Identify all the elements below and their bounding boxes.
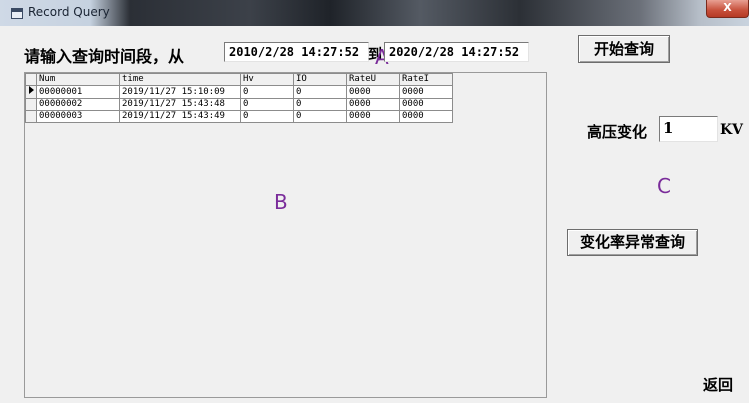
records-grid[interactable]: Num time Hv IO RateU RateI 00000001 2019… <box>25 73 453 123</box>
kv-unit-label: KV <box>720 122 744 138</box>
back-link[interactable]: 返回 <box>703 374 733 395</box>
row-arrow-icon <box>28 86 34 94</box>
title-bar[interactable]: Record Query X <box>0 0 749 26</box>
cell-num[interactable]: 00000002 <box>36 98 120 111</box>
cell-num[interactable]: 00000001 <box>36 85 120 99</box>
hv-change-input[interactable]: 1 <box>659 116 718 142</box>
cell-time[interactable]: 2019/11/27 15:43:49 <box>119 110 241 123</box>
column-header-time[interactable]: time <box>119 73 241 86</box>
window-icon <box>11 8 23 19</box>
table-row[interactable]: 00000003 2019/11/27 15:43:49 0 0 0000 00… <box>25 110 453 123</box>
cell-io[interactable]: 0 <box>293 85 347 99</box>
cell-hv[interactable]: 0 <box>240 110 294 123</box>
start-time-input[interactable]: 2010/2/28 14:27:52 <box>224 42 369 62</box>
cell-time[interactable]: 2019/11/27 15:10:09 <box>119 85 241 99</box>
cell-time[interactable]: 2019/11/27 15:43:48 <box>119 98 241 111</box>
column-header-rateu[interactable]: RateU <box>346 73 400 86</box>
row-indicator[interactable] <box>25 98 37 111</box>
hv-change-label: 高压变化 <box>587 123 648 141</box>
cell-num[interactable]: 00000003 <box>36 110 120 123</box>
row-indicator[interactable] <box>25 110 37 123</box>
cell-io[interactable]: 0 <box>293 110 347 123</box>
column-header-io[interactable]: IO <box>293 73 347 86</box>
record-query-window: Record Query X 请输入查询时间段，从 2010/2/28 14:2… <box>0 0 749 403</box>
cell-rateu[interactable]: 0000 <box>346 85 400 99</box>
row-indicator[interactable] <box>25 85 37 99</box>
close-button[interactable]: X <box>706 0 749 18</box>
cell-rateu[interactable]: 0000 <box>346 98 400 111</box>
rate-anomaly-query-button[interactable]: 变化率异常查询 <box>567 229 698 256</box>
cell-rateu[interactable]: 0000 <box>346 110 400 123</box>
records-grid-panel[interactable]: Num time Hv IO RateU RateI 00000001 2019… <box>24 72 547 398</box>
cell-ratei[interactable]: 0000 <box>399 98 453 111</box>
window-title: Record Query <box>28 5 110 19</box>
cell-ratei[interactable]: 0000 <box>399 110 453 123</box>
row-indicator-header <box>25 73 37 86</box>
start-query-button[interactable]: 开始查询 <box>578 35 670 63</box>
marker-b: B <box>274 190 288 214</box>
marker-c: C <box>657 174 671 198</box>
cell-io[interactable]: 0 <box>293 98 347 111</box>
cell-hv[interactable]: 0 <box>240 85 294 99</box>
column-header-ratei[interactable]: RateI <box>399 73 453 86</box>
column-header-num[interactable]: Num <box>36 73 120 86</box>
table-row[interactable]: 00000002 2019/11/27 15:43:48 0 0 0000 00… <box>25 98 453 111</box>
cell-hv[interactable]: 0 <box>240 98 294 111</box>
query-prompt: 请输入查询时间段，从 <box>24 47 185 66</box>
column-header-hv[interactable]: Hv <box>240 73 294 86</box>
end-time-input[interactable]: 2020/2/28 14:27:52 <box>384 42 529 62</box>
table-row[interactable]: 00000001 2019/11/27 15:10:09 0 0 0000 00… <box>25 85 453 99</box>
cell-ratei[interactable]: 0000 <box>399 85 453 99</box>
